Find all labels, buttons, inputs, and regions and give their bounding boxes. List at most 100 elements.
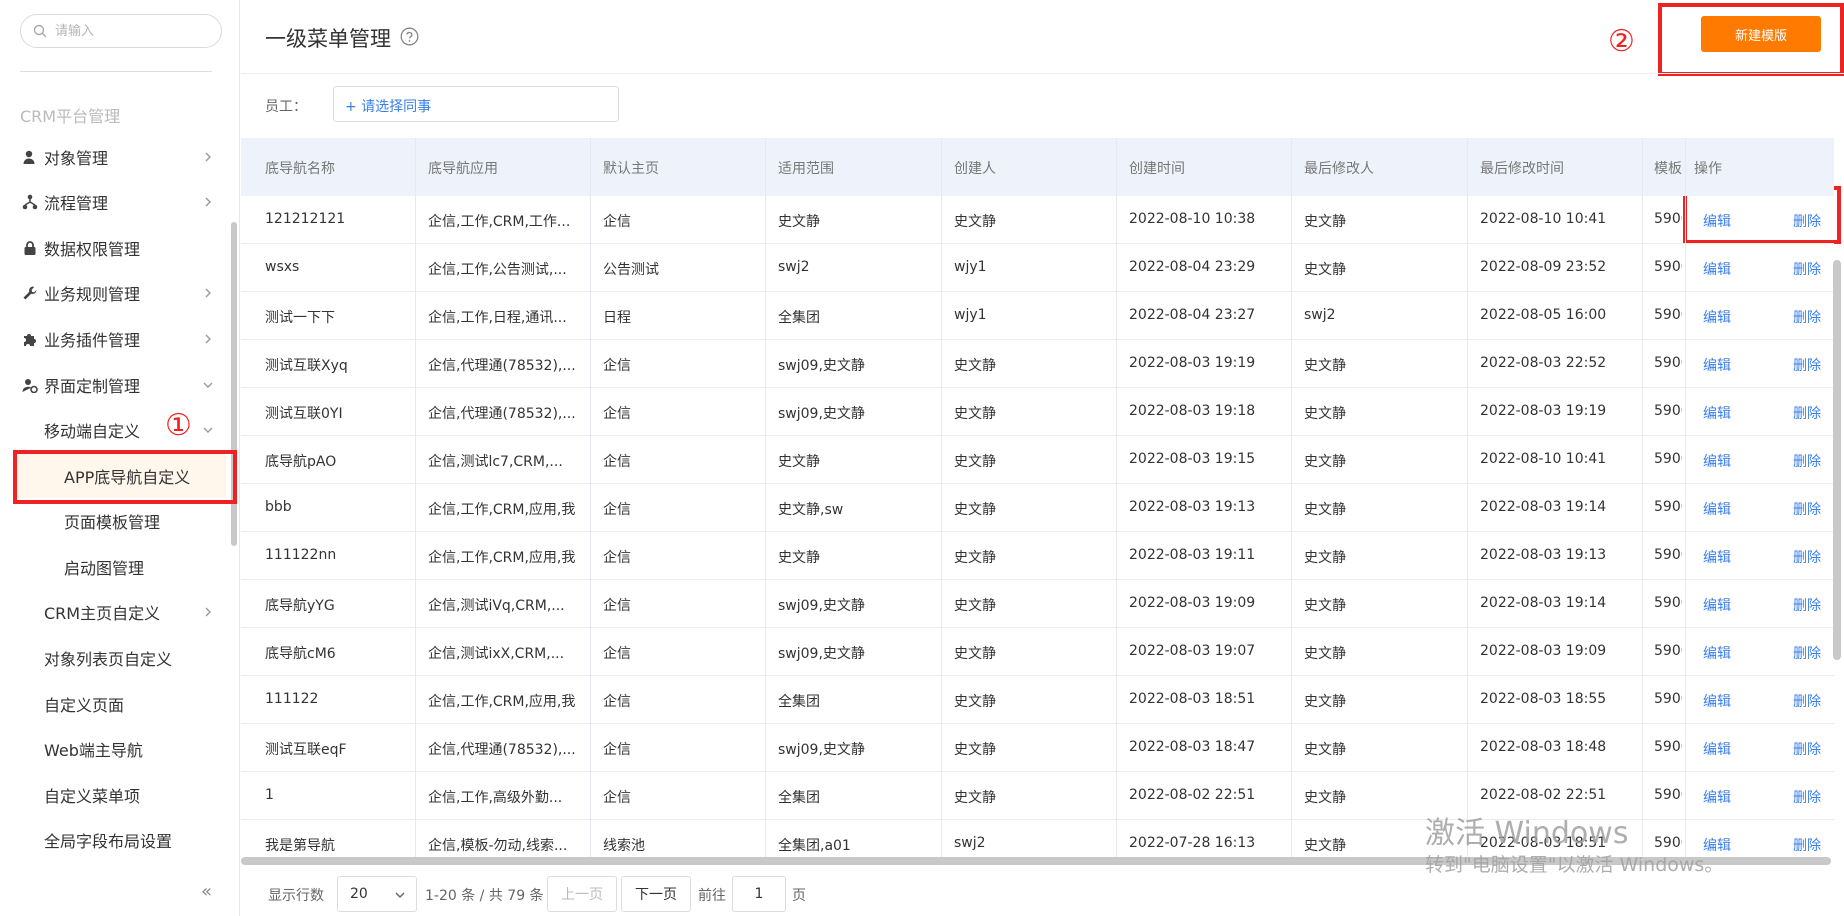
- collapse-sidebar-button[interactable]: «: [201, 881, 212, 902]
- column-header[interactable]: 底导航应用: [428, 158, 498, 178]
- column-header[interactable]: 最后修改时间: [1480, 158, 1564, 178]
- new-template-button[interactable]: 新建模版: [1701, 16, 1821, 52]
- chevron-down-icon: [203, 427, 213, 433]
- table-cell: 企信,模板-勿动,线索...: [428, 838, 568, 854]
- table-row[interactable]: 测试一下下 企信,工作,日程,通讯... 日程 全集团 wjy1 2022-08-04 2…: [241, 292, 1834, 340]
- column-header[interactable]: 底导航名称: [265, 158, 335, 178]
- table-cell: 2022-08-02 22:51: [1129, 787, 1256, 803]
- column-header[interactable]: 创建人: [954, 158, 996, 178]
- next-page-button[interactable]: 下一页: [621, 876, 691, 912]
- delete-link[interactable]: 删除: [1793, 835, 1821, 855]
- sidebar-item-custom-page[interactable]: 自定义页面: [0, 682, 226, 726]
- column-header[interactable]: 适用范围: [778, 158, 834, 178]
- table-row[interactable]: 底导航pAO 企信,测试lc7,CRM,... 企信 史文静 史文静 2022-08-03…: [241, 436, 1834, 484]
- sidebar-item-business-plugins[interactable]: 业务插件管理: [0, 317, 226, 361]
- delete-link[interactable]: 删除: [1793, 547, 1821, 567]
- edit-link[interactable]: 编辑: [1703, 259, 1731, 279]
- sidebar-item-page-templates[interactable]: 页面模板管理: [0, 499, 226, 543]
- table-cell: 5900: [1654, 307, 1682, 323]
- table-cell: 史文静: [954, 742, 996, 758]
- column-header[interactable]: 默认主页: [603, 158, 659, 178]
- sidebar-item-data-permission[interactable]: 数据权限管理: [0, 226, 226, 270]
- table-row[interactable]: 底导航yYG 企信,测试iVq,CRM,... 企信 swj09,史文静 史文静 2022…: [241, 580, 1834, 628]
- delete-link[interactable]: 删除: [1793, 355, 1821, 375]
- table-cell: 企信: [603, 502, 631, 518]
- delete-link[interactable]: 删除: [1793, 307, 1821, 327]
- table-row[interactable]: 111122nn 企信,工作,CRM,应用,我 企信 史文静 史文静 2022-08-03…: [241, 532, 1834, 580]
- edit-link[interactable]: 编辑: [1703, 499, 1731, 519]
- table-cell: swj2: [778, 259, 810, 275]
- edit-link[interactable]: 编辑: [1703, 691, 1731, 711]
- table-cell: 史文静: [1304, 502, 1346, 518]
- table-cell: 史文静: [954, 550, 996, 566]
- table-cell: 5900: [1654, 739, 1682, 755]
- table-cell: 2022-08-03 18:51: [1129, 691, 1256, 707]
- employee-select-input[interactable]: + 请选择同事: [333, 86, 619, 122]
- table-row[interactable]: 111122 企信,工作,CRM,应用,我 企信 全集团 史文静 2022-08-03 1…: [241, 676, 1834, 724]
- table-cell: 史文静: [778, 454, 820, 470]
- search-box[interactable]: [20, 14, 222, 48]
- sidebar-item-custom-menu[interactable]: 自定义菜单项: [0, 773, 226, 817]
- page-header: 一级菜单管理 新建模版: [241, 0, 1844, 74]
- sidebar-item-splash-images[interactable]: 启动图管理: [0, 545, 226, 589]
- sidebar-item-web-main-nav[interactable]: Web端主导航: [0, 727, 226, 771]
- sidebar-item-business-rules[interactable]: 业务规则管理: [0, 271, 226, 315]
- table-cell: 2022-08-03 19:19: [1480, 403, 1607, 419]
- delete-link[interactable]: 删除: [1793, 643, 1821, 663]
- delete-link[interactable]: 删除: [1793, 595, 1821, 615]
- sidebar-item-global-field-layout[interactable]: 全局字段布局设置: [0, 818, 226, 862]
- edit-link[interactable]: 编辑: [1703, 787, 1731, 807]
- delete-link[interactable]: 删除: [1793, 691, 1821, 711]
- sidebar-item-object-list-page[interactable]: 对象列表页自定义: [0, 636, 226, 680]
- page-number-input[interactable]: 1: [732, 876, 786, 912]
- delete-link[interactable]: 删除: [1793, 499, 1821, 519]
- vertical-scrollbar[interactable]: [1833, 260, 1841, 660]
- delete-link[interactable]: 删除: [1793, 211, 1821, 231]
- edit-link[interactable]: 编辑: [1703, 451, 1731, 471]
- delete-link[interactable]: 删除: [1793, 403, 1821, 423]
- edit-link[interactable]: 编辑: [1703, 403, 1731, 423]
- delete-link[interactable]: 删除: [1793, 787, 1821, 807]
- prev-page-button[interactable]: 上一页: [547, 876, 617, 912]
- table-row[interactable]: 测试互联eqF 企信,代理通(78532),... 企信 swj09,史文静 史文静 20…: [241, 724, 1834, 772]
- sidebar-item-crm-homepage[interactable]: CRM主页自定义: [0, 590, 226, 634]
- column-header[interactable]: 模板: [1654, 158, 1682, 178]
- table-cell: 底导航yYG: [265, 598, 335, 614]
- column-header[interactable]: 操作: [1694, 158, 1722, 178]
- sidebar-item-flow-management[interactable]: 流程管理: [0, 180, 226, 224]
- table-cell: wsxs: [265, 259, 300, 275]
- table-row[interactable]: 底导航cM6 企信,测试ixX,CRM,... 企信 swj09,史文静 史文静 2022…: [241, 628, 1834, 676]
- edit-link[interactable]: 编辑: [1703, 595, 1731, 615]
- delete-link[interactable]: 删除: [1793, 451, 1821, 471]
- sidebar-item-ui-customization[interactable]: 界面定制管理: [0, 363, 226, 407]
- table-cell: 企信: [603, 790, 631, 806]
- help-icon[interactable]: [400, 27, 419, 46]
- search-input[interactable]: [55, 21, 215, 41]
- table-row[interactable]: 测试互联Xyq 企信,代理通(78532),... 企信 swj09,史文静 史文静 20…: [241, 340, 1834, 388]
- table-cell: 企信,测试ixX,CRM,...: [428, 646, 565, 662]
- edit-link[interactable]: 编辑: [1703, 211, 1731, 231]
- table-row[interactable]: bbb 企信,工作,CRM,应用,我 企信 史文静,sw 史文静 2022-08-03 1…: [241, 484, 1834, 532]
- column-header[interactable]: 最后修改人: [1304, 158, 1374, 178]
- table-cell: 2022-08-10 10:41: [1480, 211, 1607, 227]
- sidebar-item-mobile-custom[interactable]: 移动端自定义: [0, 408, 226, 452]
- edit-link[interactable]: 编辑: [1703, 739, 1731, 759]
- page-size-select[interactable]: 20: [337, 876, 417, 912]
- sidebar-item-label: 页面模板管理: [64, 513, 161, 532]
- column-header[interactable]: 创建时间: [1129, 158, 1185, 178]
- sidebar-item-object-management[interactable]: 对象管理: [0, 135, 226, 179]
- edit-link[interactable]: 编辑: [1703, 547, 1731, 567]
- table-cell: 5900: [1654, 211, 1682, 227]
- edit-link[interactable]: 编辑: [1703, 355, 1731, 375]
- windows-watermark-sub: 转到"电脑设置"以激活 Windows。: [1425, 854, 1724, 876]
- table-row[interactable]: 121212121 企信,工作,CRM,工作... 企信 史文静 史文静 2022-08-…: [241, 196, 1834, 244]
- edit-link[interactable]: 编辑: [1703, 643, 1731, 663]
- table-row[interactable]: wsxs 企信,工作,公告测试,... 公告测试 swj2 wjy1 2022-08-04…: [241, 244, 1834, 292]
- table-cell: 企信: [603, 550, 631, 566]
- edit-link[interactable]: 编辑: [1703, 307, 1731, 327]
- delete-link[interactable]: 删除: [1793, 259, 1821, 279]
- delete-link[interactable]: 删除: [1793, 739, 1821, 759]
- table-row[interactable]: 测试互联0YI 企信,代理通(78532),... 企信 swj09,史文静 史文静 20…: [241, 388, 1834, 436]
- table-cell: 史文静: [954, 406, 996, 422]
- table-cell: 企信: [603, 406, 631, 422]
